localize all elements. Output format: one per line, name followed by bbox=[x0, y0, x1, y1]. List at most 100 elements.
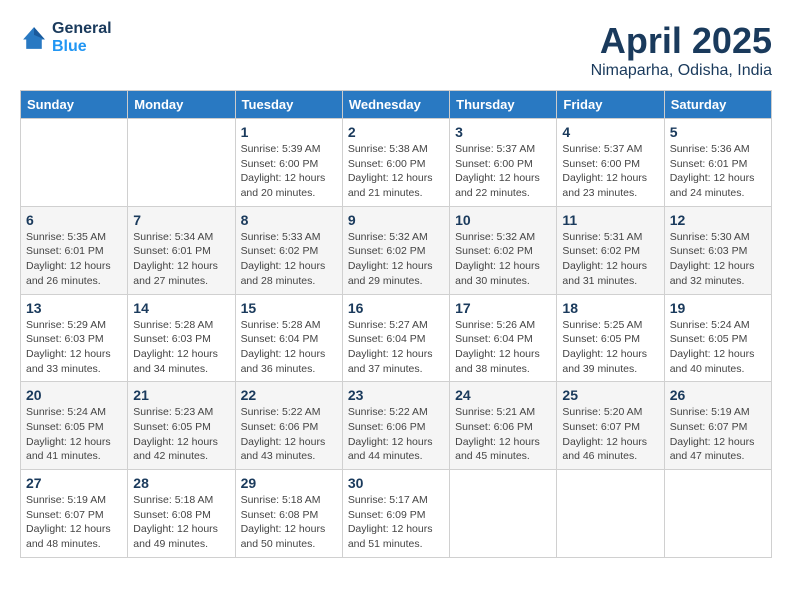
day-info: Sunrise: 5:25 AM Sunset: 6:05 PM Dayligh… bbox=[562, 318, 658, 377]
day-number: 16 bbox=[348, 300, 444, 316]
logo-text: General Blue bbox=[52, 20, 112, 55]
day-number: 10 bbox=[455, 212, 551, 228]
day-number: 28 bbox=[133, 475, 229, 491]
day-info: Sunrise: 5:37 AM Sunset: 6:00 PM Dayligh… bbox=[562, 142, 658, 201]
calendar-header-cell: Wednesday bbox=[342, 91, 449, 119]
day-info: Sunrise: 5:31 AM Sunset: 6:02 PM Dayligh… bbox=[562, 230, 658, 289]
calendar-week-row: 6 Sunrise: 5:35 AM Sunset: 6:01 PM Daylig… bbox=[21, 206, 772, 294]
calendar-cell: 12 Sunrise: 5:30 AM Sunset: 6:03 PM Dayli… bbox=[664, 206, 771, 294]
day-number: 6 bbox=[26, 212, 122, 228]
day-info: Sunrise: 5:23 AM Sunset: 6:05 PM Dayligh… bbox=[133, 405, 229, 464]
day-number: 7 bbox=[133, 212, 229, 228]
calendar-week-row: 20 Sunrise: 5:24 AM Sunset: 6:05 PM Dayli… bbox=[21, 382, 772, 470]
calendar-cell: 6 Sunrise: 5:35 AM Sunset: 6:01 PM Daylig… bbox=[21, 206, 128, 294]
day-info: Sunrise: 5:24 AM Sunset: 6:05 PM Dayligh… bbox=[670, 318, 766, 377]
day-number: 26 bbox=[670, 387, 766, 403]
day-info: Sunrise: 5:29 AM Sunset: 6:03 PM Dayligh… bbox=[26, 318, 122, 377]
calendar-cell: 17 Sunrise: 5:26 AM Sunset: 6:04 PM Dayli… bbox=[450, 294, 557, 382]
day-number: 12 bbox=[670, 212, 766, 228]
calendar-cell: 27Sunrise: 5:19 AM Sunset: 6:07 PM Dayli… bbox=[21, 470, 128, 558]
day-number: 22 bbox=[241, 387, 337, 403]
day-info: Sunrise: 5:35 AM Sunset: 6:01 PM Dayligh… bbox=[26, 230, 122, 289]
day-number: 11 bbox=[562, 212, 658, 228]
calendar-cell: 7Sunrise: 5:34 AM Sunset: 6:01 PM Daylig… bbox=[128, 206, 235, 294]
calendar-cell: 29 Sunrise: 5:18 AM Sunset: 6:08 PM Dayli… bbox=[235, 470, 342, 558]
calendar-cell: 16 Sunrise: 5:27 AM Sunset: 6:04 PM Dayli… bbox=[342, 294, 449, 382]
day-number: 8 bbox=[241, 212, 337, 228]
location-title: Nimaparha, Odisha, India bbox=[591, 62, 772, 80]
day-info: Sunrise: 5:22 AM Sunset: 6:06 PM Dayligh… bbox=[241, 405, 337, 464]
month-title: April 2025 bbox=[591, 20, 772, 62]
calendar-header-cell: Tuesday bbox=[235, 91, 342, 119]
calendar-table: SundayMondayTuesdayWednesdayThursdayFrid… bbox=[20, 90, 772, 558]
day-number: 15 bbox=[241, 300, 337, 316]
calendar-header-cell: Saturday bbox=[664, 91, 771, 119]
day-number: 1 bbox=[241, 124, 337, 140]
calendar-week-row: 13Sunrise: 5:29 AM Sunset: 6:03 PM Dayli… bbox=[21, 294, 772, 382]
calendar-header-cell: Friday bbox=[557, 91, 664, 119]
day-info: Sunrise: 5:19 AM Sunset: 6:07 PM Dayligh… bbox=[670, 405, 766, 464]
day-info: Sunrise: 5:18 AM Sunset: 6:08 PM Dayligh… bbox=[133, 493, 229, 552]
day-info: Sunrise: 5:20 AM Sunset: 6:07 PM Dayligh… bbox=[562, 405, 658, 464]
calendar-cell: 23Sunrise: 5:22 AM Sunset: 6:06 PM Dayli… bbox=[342, 382, 449, 470]
day-info: Sunrise: 5:24 AM Sunset: 6:05 PM Dayligh… bbox=[26, 405, 122, 464]
calendar-cell bbox=[128, 119, 235, 207]
day-info: Sunrise: 5:22 AM Sunset: 6:06 PM Dayligh… bbox=[348, 405, 444, 464]
day-number: 20 bbox=[26, 387, 122, 403]
calendar-cell: 14 Sunrise: 5:28 AM Sunset: 6:03 PM Dayli… bbox=[128, 294, 235, 382]
calendar-cell: 20 Sunrise: 5:24 AM Sunset: 6:05 PM Dayli… bbox=[21, 382, 128, 470]
calendar-header-cell: Monday bbox=[128, 91, 235, 119]
day-info: Sunrise: 5:27 AM Sunset: 6:04 PM Dayligh… bbox=[348, 318, 444, 377]
calendar-cell: 26 Sunrise: 5:19 AM Sunset: 6:07 PM Dayli… bbox=[664, 382, 771, 470]
calendar-cell: 8 Sunrise: 5:33 AM Sunset: 6:02 PM Daylig… bbox=[235, 206, 342, 294]
calendar-cell bbox=[664, 470, 771, 558]
day-info: Sunrise: 5:33 AM Sunset: 6:02 PM Dayligh… bbox=[241, 230, 337, 289]
title-area: April 2025 Nimaparha, Odisha, India bbox=[591, 20, 772, 80]
calendar-header-row: SundayMondayTuesdayWednesdayThursdayFrid… bbox=[21, 91, 772, 119]
day-number: 3 bbox=[455, 124, 551, 140]
calendar-cell bbox=[557, 470, 664, 558]
calendar-cell: 5 Sunrise: 5:36 AM Sunset: 6:01 PM Daylig… bbox=[664, 119, 771, 207]
day-info: Sunrise: 5:21 AM Sunset: 6:06 PM Dayligh… bbox=[455, 405, 551, 464]
day-number: 19 bbox=[670, 300, 766, 316]
calendar-cell: 1 Sunrise: 5:39 AM Sunset: 6:00 PM Daylig… bbox=[235, 119, 342, 207]
day-number: 29 bbox=[241, 475, 337, 491]
calendar-cell: 15 Sunrise: 5:28 AM Sunset: 6:04 PM Dayli… bbox=[235, 294, 342, 382]
day-info: Sunrise: 5:26 AM Sunset: 6:04 PM Dayligh… bbox=[455, 318, 551, 377]
day-info: Sunrise: 5:39 AM Sunset: 6:00 PM Dayligh… bbox=[241, 142, 337, 201]
day-info: Sunrise: 5:30 AM Sunset: 6:03 PM Dayligh… bbox=[670, 230, 766, 289]
day-info: Sunrise: 5:32 AM Sunset: 6:02 PM Dayligh… bbox=[455, 230, 551, 289]
day-number: 30 bbox=[348, 475, 444, 491]
day-info: Sunrise: 5:38 AM Sunset: 6:00 PM Dayligh… bbox=[348, 142, 444, 201]
day-number: 5 bbox=[670, 124, 766, 140]
day-number: 2 bbox=[348, 124, 444, 140]
calendar-cell: 11 Sunrise: 5:31 AM Sunset: 6:02 PM Dayli… bbox=[557, 206, 664, 294]
day-number: 9 bbox=[348, 212, 444, 228]
page-header: General Blue April 2025 Nimaparha, Odish… bbox=[20, 20, 772, 80]
day-number: 21 bbox=[133, 387, 229, 403]
calendar-cell: 2 Sunrise: 5:38 AM Sunset: 6:00 PM Daylig… bbox=[342, 119, 449, 207]
calendar-cell: 19 Sunrise: 5:24 AM Sunset: 6:05 PM Dayli… bbox=[664, 294, 771, 382]
calendar-cell bbox=[21, 119, 128, 207]
day-info: Sunrise: 5:28 AM Sunset: 6:04 PM Dayligh… bbox=[241, 318, 337, 377]
logo-icon bbox=[20, 24, 48, 52]
day-number: 14 bbox=[133, 300, 229, 316]
day-number: 17 bbox=[455, 300, 551, 316]
day-info: Sunrise: 5:28 AM Sunset: 6:03 PM Dayligh… bbox=[133, 318, 229, 377]
day-info: Sunrise: 5:36 AM Sunset: 6:01 PM Dayligh… bbox=[670, 142, 766, 201]
calendar-header-cell: Thursday bbox=[450, 91, 557, 119]
calendar-week-row: 27Sunrise: 5:19 AM Sunset: 6:07 PM Dayli… bbox=[21, 470, 772, 558]
day-info: Sunrise: 5:32 AM Sunset: 6:02 PM Dayligh… bbox=[348, 230, 444, 289]
calendar-cell: 30 Sunrise: 5:17 AM Sunset: 6:09 PM Dayli… bbox=[342, 470, 449, 558]
day-info: Sunrise: 5:17 AM Sunset: 6:09 PM Dayligh… bbox=[348, 493, 444, 552]
day-number: 4 bbox=[562, 124, 658, 140]
day-number: 24 bbox=[455, 387, 551, 403]
calendar-header-cell: Sunday bbox=[21, 91, 128, 119]
calendar-cell: 13Sunrise: 5:29 AM Sunset: 6:03 PM Dayli… bbox=[21, 294, 128, 382]
day-number: 18 bbox=[562, 300, 658, 316]
day-info: Sunrise: 5:18 AM Sunset: 6:08 PM Dayligh… bbox=[241, 493, 337, 552]
calendar-cell: 21 Sunrise: 5:23 AM Sunset: 6:05 PM Dayli… bbox=[128, 382, 235, 470]
calendar-cell: 24 Sunrise: 5:21 AM Sunset: 6:06 PM Dayli… bbox=[450, 382, 557, 470]
calendar-cell: 10 Sunrise: 5:32 AM Sunset: 6:02 PM Dayli… bbox=[450, 206, 557, 294]
calendar-cell: 28 Sunrise: 5:18 AM Sunset: 6:08 PM Dayli… bbox=[128, 470, 235, 558]
